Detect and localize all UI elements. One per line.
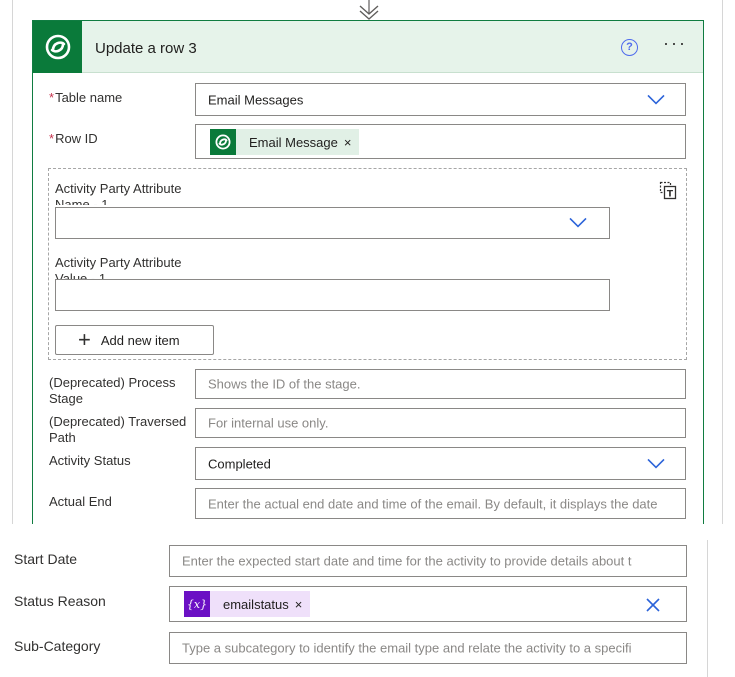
process-stage-label: (Deprecated) Process Stage [49,375,176,406]
sub-category-label: Sub-Category [14,638,101,654]
add-new-item-label: Add new item [100,332,180,348]
process-stage-placeholder: Shows the ID of the stage. [208,376,361,392]
start-date-label: Start Date [14,551,78,567]
status-reason-input[interactable]: {x} emailstatus × [169,586,687,622]
dataverse-icon-box [33,21,82,73]
row-id-token-label: Email Message [249,134,338,150]
connector-arrow-icon [359,0,379,20]
clear-icon[interactable] [646,598,660,612]
actual-end-label: Actual End [49,494,112,509]
traversed-path-label: (Deprecated) Traversed Path [49,414,187,445]
chevron-down-icon [647,458,665,469]
right-rail-lower [707,540,708,677]
svg-text:T: T [667,190,674,200]
card-title[interactable]: Update a row 3 [95,40,197,57]
activity-status-label: Activity Status [49,453,131,468]
start-date-placeholder: Enter the expected start date and time f… [182,553,632,569]
sub-category-placeholder: Type a subcategory to identify the email… [182,640,632,656]
traversed-path-input[interactable]: For internal use only. [195,408,686,438]
expression-icon: {x} [184,591,210,617]
status-reason-token[interactable]: {x} emailstatus × [184,591,311,617]
activity-party-value-input[interactable] [55,279,610,311]
actual-end-placeholder: Enter the actual end date and time of th… [208,496,658,511]
update-row-action-card: Update a row 3 ? ··· *Table name Email M… [32,20,704,524]
table-name-value: Email Messages [208,92,304,107]
activity-party-name-dropdown[interactable] [55,207,610,239]
traversed-path-placeholder: For internal use only. [208,415,329,431]
sub-category-input[interactable]: Type a subcategory to identify the email… [169,632,687,664]
card-header[interactable]: Update a row 3 ? ··· [33,21,703,73]
required-marker: * [49,90,55,105]
add-new-item-button[interactable]: + Add new item [55,325,214,355]
activity-party-value-label: Activity Party Attribute Value - 1 [55,255,182,279]
chevron-down-icon [647,94,665,105]
actual-end-input[interactable]: Enter the actual end date and time of th… [195,488,686,519]
start-date-input[interactable]: Enter the expected start date and time f… [169,545,687,577]
help-icon[interactable]: ? [621,39,638,56]
process-stage-input[interactable]: Shows the ID of the stage. [195,369,686,399]
row-id-token[interactable]: Email Message × [210,129,360,155]
activity-status-value: Completed [208,456,271,471]
table-name-dropdown[interactable]: Email Messages [195,83,686,116]
table-name-label: *Table name [49,90,123,105]
row-id-label: *Row ID [49,131,98,146]
row-id-input[interactable]: Email Message × [195,124,686,159]
status-reason-token-label: emailstatus [223,596,289,612]
dataverse-icon [45,34,70,60]
required-marker: * [49,131,55,146]
remove-token-icon[interactable]: × [295,597,311,612]
chevron-down-icon [569,217,587,228]
plus-icon: + [78,327,91,352]
switch-to-text-mode-icon[interactable]: T [659,181,677,201]
remove-token-icon[interactable]: × [344,135,360,150]
status-reason-label: Status Reason [14,593,106,609]
activity-status-dropdown[interactable]: Completed [195,447,686,480]
activity-party-name-label: Activity Party Attribute Name - 1 [55,181,182,205]
left-rail [12,0,13,524]
more-options-icon[interactable]: ··· [663,33,687,54]
right-rail [722,0,723,524]
dataverse-token-icon [210,129,236,155]
